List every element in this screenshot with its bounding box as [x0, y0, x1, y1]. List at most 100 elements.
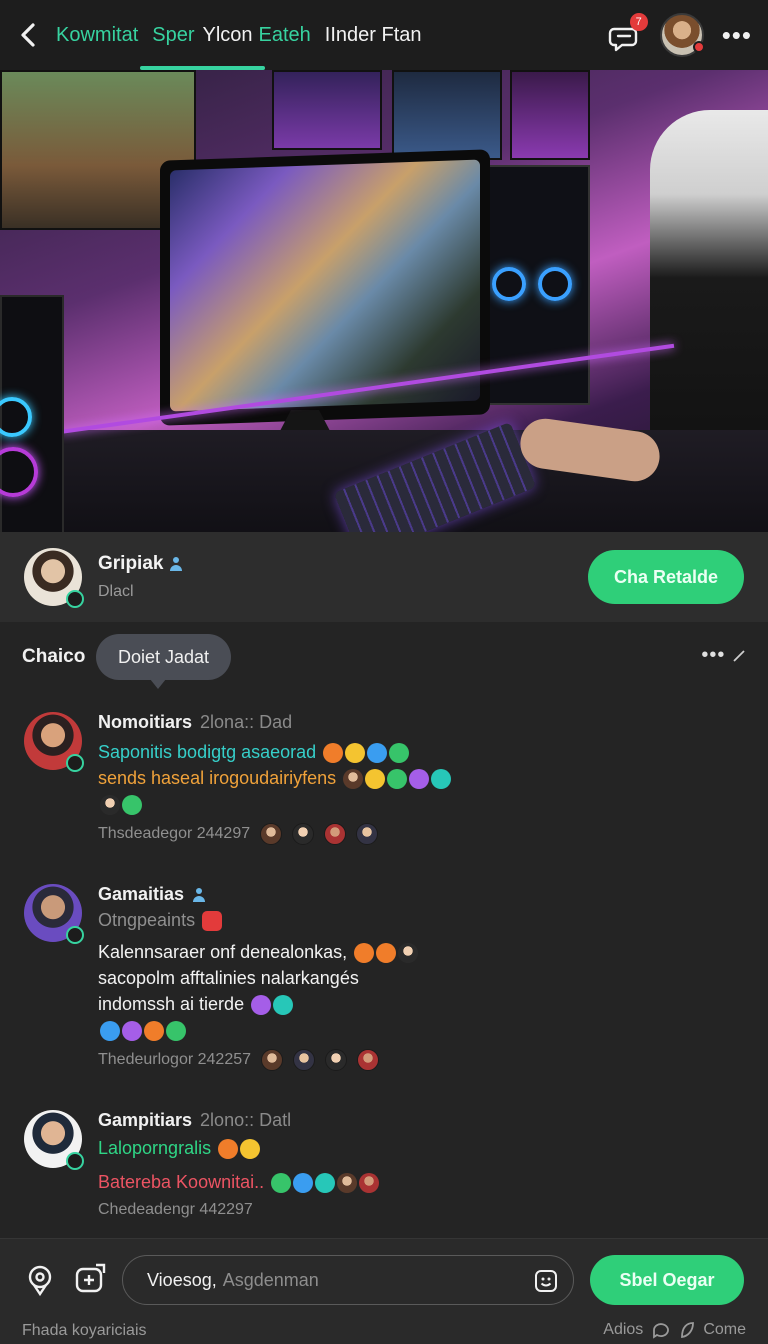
reader-avatar[interactable]: [357, 1049, 380, 1071]
smiley-icon: [535, 1270, 557, 1292]
tab-sper[interactable]: Sper: [140, 0, 266, 70]
emoji-icon: [343, 769, 364, 790]
status-link-come[interactable]: Come: [703, 1321, 746, 1339]
person-icon: [170, 557, 183, 571]
more-options-button[interactable]: •••: [722, 22, 752, 48]
message-footer: Thedeurlogor 242257: [98, 1049, 744, 1071]
notification-badge: 7: [629, 13, 648, 31]
monitor: [160, 149, 490, 426]
message-header: Gampitiars 2lono:: Datl: [98, 1110, 744, 1131]
message-input[interactable]: Vioesog, Asgdenman: [122, 1255, 574, 1305]
message-footer: Thsdeadegor 244297: [98, 823, 744, 845]
attach-square-icon: [75, 1263, 106, 1293]
message-text: sends haseal irogoudairiyfens: [98, 768, 337, 788]
emoji-icon: [359, 1173, 380, 1194]
verified-badge-icon: [66, 1152, 84, 1170]
leaf-icon: [681, 1322, 695, 1339]
back-button[interactable]: [0, 0, 56, 70]
send-button[interactable]: Sbel Oegar: [590, 1255, 744, 1305]
attach-button[interactable]: [72, 1261, 108, 1297]
notifications-button[interactable]: 7: [606, 13, 648, 53]
profile-action-button[interactable]: Cha Retalde: [588, 550, 744, 604]
message-text: indomssh ai tierde: [98, 994, 245, 1014]
message-text: Saponitis bodigtg asaeorad: [98, 742, 317, 762]
tab-strip: Kowmitat Sper Ylcon Eateh IInder Ftan: [56, 0, 422, 70]
wall-poster: [392, 70, 502, 160]
emoji-icon: [389, 743, 410, 764]
emoji-icon[interactable]: [166, 1021, 186, 1042]
verified-badge-icon: [66, 590, 84, 608]
profile-avatar[interactable]: [24, 548, 84, 608]
reader-avatar[interactable]: [324, 823, 347, 845]
message-time: 2lono:: Datl: [200, 1110, 292, 1130]
tab-ylcon[interactable]: Ylcon: [203, 0, 253, 70]
emoji-icon: [251, 995, 272, 1016]
reader-avatar[interactable]: [261, 1049, 284, 1071]
message-subline: Otngpeaints: [98, 907, 744, 933]
reader-avatar[interactable]: [325, 1049, 348, 1071]
user-avatar[interactable]: [659, 13, 705, 57]
reader-avatar[interactable]: [260, 823, 283, 845]
wall-poster: [510, 70, 590, 160]
emoji-icon[interactable]: [144, 1021, 164, 1042]
rgb-fan: [0, 397, 32, 437]
message-time: 2lona:: Dad: [200, 712, 293, 732]
profile-subtitle: Dlacl: [98, 583, 134, 600]
message-text: sacopolm afftalinies nalarkangés: [98, 968, 359, 988]
chat-message: Nomoitiars 2lona:: Dad Saponitis bodigtg…: [24, 712, 744, 845]
rgb-fan: [538, 267, 572, 301]
chat-options-button[interactable]: •••: [701, 644, 746, 667]
emoji-icon: [273, 995, 294, 1016]
message-line: sends haseal irogoudairiyfens: [98, 765, 744, 791]
chat-header: Chaico Doiet Jadat •••: [0, 622, 768, 692]
message-body: Nomoitiars 2lona:: Dad Saponitis bodigtg…: [98, 712, 744, 845]
emoji-icon: [398, 943, 419, 964]
emoji-icon: [218, 1139, 239, 1160]
emoji-icon: [293, 1173, 314, 1194]
badge-icon: [202, 911, 223, 932]
chevron-left-icon: [21, 23, 35, 47]
emoji-icon: [431, 769, 452, 790]
message-line: Kalennsaraer onf denealonkas,: [98, 939, 744, 965]
reader-avatar[interactable]: [293, 1049, 316, 1071]
emoji-icon: [345, 743, 366, 764]
message-avatar[interactable]: [24, 884, 84, 944]
message-username: Nomoitiars: [98, 712, 193, 732]
profile-meta: Gripiak Dlacl: [98, 553, 183, 601]
message-text: Kalennsaraer onf denealonkas,: [98, 942, 348, 962]
chat-message: Gamaitias Otngpeaints Kalennsaraer onf d…: [24, 884, 744, 1071]
composer-status-actions: Adios Come: [603, 1320, 746, 1340]
message-avatar[interactable]: [24, 1110, 84, 1170]
emoji-icon[interactable]: [122, 795, 142, 816]
emoji-icon[interactable]: [100, 1021, 120, 1042]
message-input-placeholder: Asgdenman: [222, 1269, 319, 1290]
emoji-icon: [354, 943, 375, 964]
location-button[interactable]: [22, 1261, 58, 1297]
tab-eateh[interactable]: Eateh: [259, 0, 311, 70]
status-link-adios[interactable]: Adios: [603, 1321, 643, 1339]
reader-avatar[interactable]: [292, 823, 315, 845]
message-username: Gampitiars: [98, 1110, 193, 1130]
tab-inder-ftan[interactable]: IInder Ftan: [325, 0, 422, 70]
pc-tower: [0, 295, 64, 532]
rgb-fan: [0, 447, 38, 497]
wall-poster: [272, 70, 382, 150]
emoji-icon[interactable]: [122, 1021, 142, 1042]
location-pin-icon: [28, 1265, 52, 1297]
message-avatar[interactable]: [24, 712, 84, 772]
emoji-picker-button[interactable]: [533, 1268, 559, 1294]
message-time: Otngpeaints: [98, 910, 196, 930]
monitor-screen: [170, 159, 480, 412]
chat-title: Chaico: [22, 646, 86, 667]
reader-avatar[interactable]: [356, 823, 379, 845]
top-bar-actions: 7 •••: [606, 0, 752, 70]
tooltip-bubble: Doiet Jadat: [96, 634, 231, 689]
top-bar: Kowmitat Sper Ylcon Eateh IInder Ftan 7 …: [0, 0, 768, 70]
tab-kowmitat[interactable]: Kowmitat: [56, 0, 138, 70]
message-header: Gamaitias: [98, 884, 744, 905]
message-line: sacopolm afftalinies nalarkangés: [98, 965, 744, 991]
emoji-icon: [409, 769, 430, 790]
verified-badge-icon: [66, 754, 84, 772]
emoji-icon[interactable]: [100, 795, 120, 816]
verified-badge-icon: [66, 926, 84, 944]
